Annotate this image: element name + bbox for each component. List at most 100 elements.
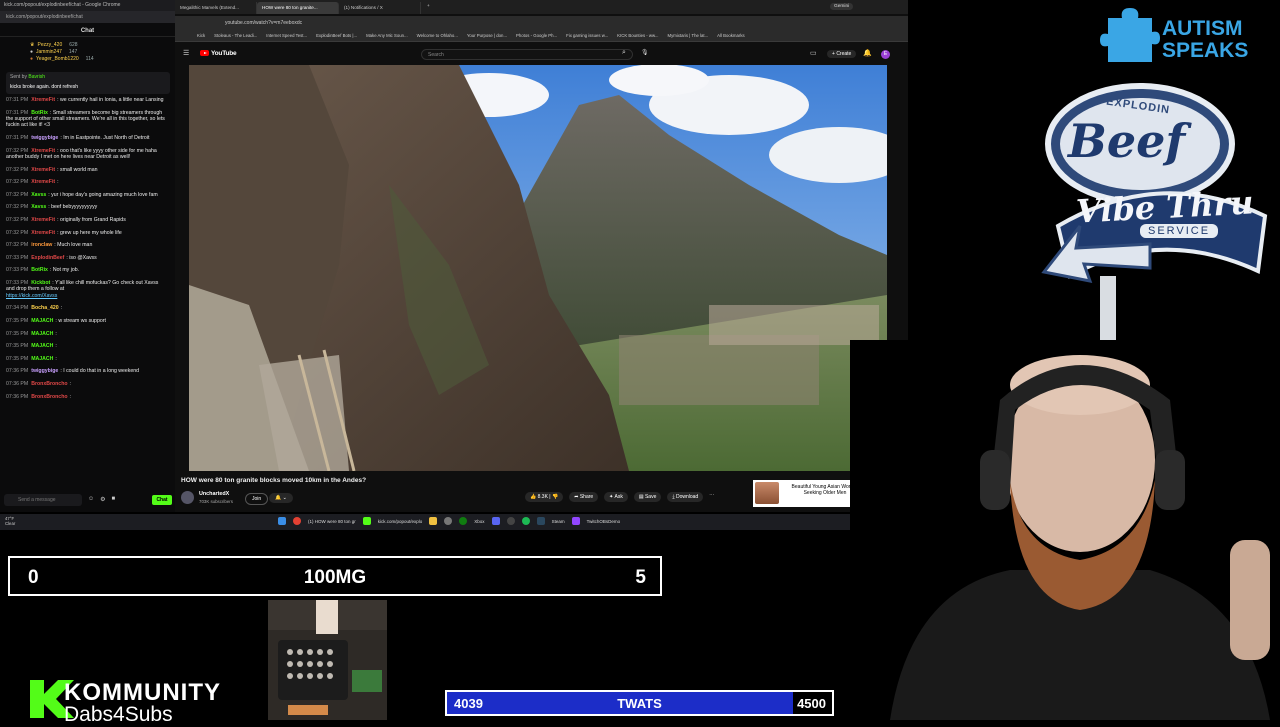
message-username[interactable]: twiggybige bbox=[31, 368, 58, 374]
chat-message[interactable]: 07:32 PM XtremeFit: small world man bbox=[6, 167, 166, 173]
join-button[interactable]: Join bbox=[245, 493, 269, 505]
xbox-icon[interactable] bbox=[459, 517, 468, 525]
channel-avatar[interactable] bbox=[181, 491, 194, 504]
chat-message[interactable]: 07:33 PM Kickbot: Y'all like chill mofuck… bbox=[6, 280, 166, 299]
chat-message[interactable]: 07:31 PM twiggybige: Im in Eastpointe. Ju… bbox=[6, 135, 166, 141]
settings-icon[interactable] bbox=[444, 517, 453, 525]
bookmark-item[interactable]: Make Any Mic Soun... bbox=[366, 33, 408, 38]
bookmark-item[interactable]: Internet Speed Test... bbox=[266, 33, 307, 38]
share-button[interactable]: ➦ Share bbox=[569, 492, 599, 502]
browser-tab-active[interactable]: HOW were 80 ton granite... bbox=[257, 2, 339, 14]
chat-message[interactable]: 07:32 PM Xavss: beef bebyyyyyyyyyy bbox=[6, 204, 166, 210]
chat-message[interactable]: 07:35 PM MAJACH: bbox=[6, 331, 166, 337]
steam-icon[interactable] bbox=[536, 517, 545, 525]
menu-icon[interactable]: ☰ bbox=[183, 49, 189, 57]
message-username[interactable]: XtremeFit bbox=[31, 97, 55, 103]
message-username[interactable]: ExplodinBeef bbox=[31, 255, 64, 261]
message-username[interactable]: MAJACH bbox=[31, 331, 53, 337]
chat-message[interactable]: 07:36 PM twiggybige: I could do that in a… bbox=[6, 368, 166, 374]
message-link[interactable]: https://kick.com/Xavss bbox=[6, 293, 57, 299]
gemini-button[interactable]: Gemini bbox=[830, 3, 854, 10]
chat-message[interactable]: 07:33 PM BotRix: Not my job. bbox=[6, 267, 166, 273]
spotify-icon[interactable] bbox=[521, 517, 530, 525]
chat-message[interactable]: 07:33 PM ExplodinBeef: iso @Xavss bbox=[6, 255, 166, 261]
twitch-icon[interactable] bbox=[571, 517, 580, 525]
bookmark-item[interactable]: Your Purpose | don... bbox=[467, 33, 507, 38]
folder-icon[interactable] bbox=[429, 517, 438, 525]
youtube-search-input[interactable]: Search bbox=[421, 49, 633, 60]
bookmark-item[interactable]: Mymixtaris | The lat... bbox=[667, 33, 708, 38]
bookmark-item[interactable]: Fix gaming issues w... bbox=[566, 33, 608, 38]
message-username[interactable]: XtremeFit bbox=[31, 148, 55, 154]
chrome-icon[interactable] bbox=[293, 517, 301, 525]
emoji-icon[interactable]: ☺ bbox=[88, 496, 94, 504]
pinned-message[interactable]: Sent by Bavrish kicks broke again. dont … bbox=[6, 72, 170, 94]
new-tab-button[interactable]: + bbox=[421, 0, 436, 14]
taskbar-item[interactable]: Xbox bbox=[474, 519, 484, 524]
chat-message[interactable]: 07:34 PM Bocha_420: bbox=[6, 305, 166, 311]
download-button[interactable]: ⤓ Download bbox=[667, 492, 704, 502]
message-username[interactable]: XtremeFit bbox=[31, 230, 55, 236]
settings-icon[interactable]: ⚙ bbox=[100, 496, 105, 504]
message-username[interactable]: BotRix bbox=[31, 267, 48, 273]
youtube-logo[interactable]: YouTube bbox=[200, 50, 237, 57]
obs-icon[interactable] bbox=[506, 517, 515, 525]
chat-message[interactable]: 07:35 PM MAJACH: bbox=[6, 356, 166, 362]
chat-message-list[interactable]: 07:31 PM XtremeFit: we currently hail in … bbox=[6, 97, 166, 477]
bookmark-item[interactable]: KICK Bounties - ww... bbox=[617, 33, 658, 38]
bookmark-item[interactable]: All Bookmarks bbox=[717, 33, 744, 38]
subscribed-button[interactable]: 🔔 ⌄ bbox=[269, 493, 293, 503]
message-username[interactable]: Xavss bbox=[31, 192, 46, 198]
account-avatar[interactable]: E bbox=[881, 50, 890, 59]
browser-tab[interactable]: Megalithic Marvels (Extend... bbox=[175, 2, 257, 14]
mic-icon[interactable]: 🎙 bbox=[641, 49, 649, 56]
message-username[interactable]: MAJACH bbox=[31, 318, 53, 324]
kick-icon[interactable] bbox=[362, 517, 371, 525]
chat-message[interactable]: 07:35 PM MAJACH: w stream ws support bbox=[6, 318, 166, 324]
message-username[interactable]: twiggybige bbox=[31, 135, 58, 141]
discord-icon[interactable] bbox=[491, 517, 500, 525]
start-icon[interactable] bbox=[278, 517, 286, 525]
chat-message[interactable]: 07:32 PM XtremeFit: grew up here my whole… bbox=[6, 230, 166, 236]
chat-message-input[interactable]: Send a message bbox=[4, 494, 82, 506]
chat-message[interactable]: 07:31 PM XtremeFit: we currently hail in … bbox=[6, 97, 166, 103]
message-username[interactable]: Xavss bbox=[31, 204, 46, 210]
channel-name[interactable]: UnchartedX bbox=[199, 491, 229, 497]
chat-message[interactable]: 07:31 PM BotRix: Small streamers become b… bbox=[6, 110, 166, 129]
bookmark-item[interactable]: ExplodinBeef Bots |... bbox=[316, 33, 357, 38]
browser-tab[interactable]: (1) Notifications / X bbox=[339, 2, 421, 14]
bookmark-item[interactable]: Kick bbox=[197, 33, 205, 38]
message-username[interactable]: XtremeFit bbox=[31, 179, 55, 185]
message-username[interactable]: Kickbot bbox=[31, 280, 50, 286]
message-username[interactable]: MAJACH bbox=[31, 356, 53, 362]
chat-message[interactable]: 07:32 PM Xavss: yur i hope day's going am… bbox=[6, 192, 166, 198]
gift-icon[interactable]: ■ bbox=[112, 496, 116, 504]
message-username[interactable]: BronxBroncho bbox=[31, 394, 67, 400]
chat-message[interactable]: 07:32 PM ironclaw: Much love man bbox=[6, 242, 166, 248]
message-username[interactable]: MAJACH bbox=[31, 343, 53, 349]
create-button[interactable]: + Create bbox=[827, 50, 857, 58]
message-username[interactable]: BronxBroncho bbox=[31, 381, 67, 387]
taskbar-item[interactable]: (1) HOW were 80 ton gr bbox=[308, 519, 356, 524]
ask-button[interactable]: ✦ Ask bbox=[604, 492, 628, 502]
notifications-bell-icon[interactable]: 🔔 bbox=[863, 49, 872, 57]
video-player[interactable] bbox=[189, 65, 887, 471]
bookmark-item[interactable]: Photos - Google Ph... bbox=[516, 33, 557, 38]
chat-url-bar[interactable]: kick.com/popout/explodinbeef/chat bbox=[0, 11, 175, 23]
message-username[interactable]: Bocha_420 bbox=[31, 305, 58, 311]
message-username[interactable]: XtremeFit bbox=[31, 167, 55, 173]
address-bar[interactable]: youtube.com/watch?v=m7eeboxdc bbox=[175, 16, 908, 30]
more-icon[interactable]: ⋯ bbox=[709, 492, 714, 502]
message-username[interactable]: BotRix bbox=[31, 110, 48, 116]
taskbar-item[interactable]: kick.com/popout/explo bbox=[378, 519, 423, 524]
message-username[interactable]: XtremeFit bbox=[31, 217, 55, 223]
message-username[interactable]: ironclaw bbox=[31, 242, 52, 248]
taskbar-item[interactable]: TwitchOBsDemo bbox=[587, 519, 621, 524]
weather-widget[interactable]: 47°F Clear bbox=[5, 516, 15, 526]
save-button[interactable]: ▤ Save bbox=[633, 492, 662, 502]
chat-message[interactable]: 07:32 PM XtremeFit: originally from Grand… bbox=[6, 217, 166, 223]
chat-send-button[interactable]: Chat bbox=[152, 495, 172, 505]
chat-message[interactable]: 07:32 PM XtremeFit: bbox=[6, 179, 166, 185]
like-button[interactable]: 👍 8.3K | 👎 bbox=[525, 492, 564, 502]
taskbar-item[interactable]: Steam bbox=[552, 519, 565, 524]
